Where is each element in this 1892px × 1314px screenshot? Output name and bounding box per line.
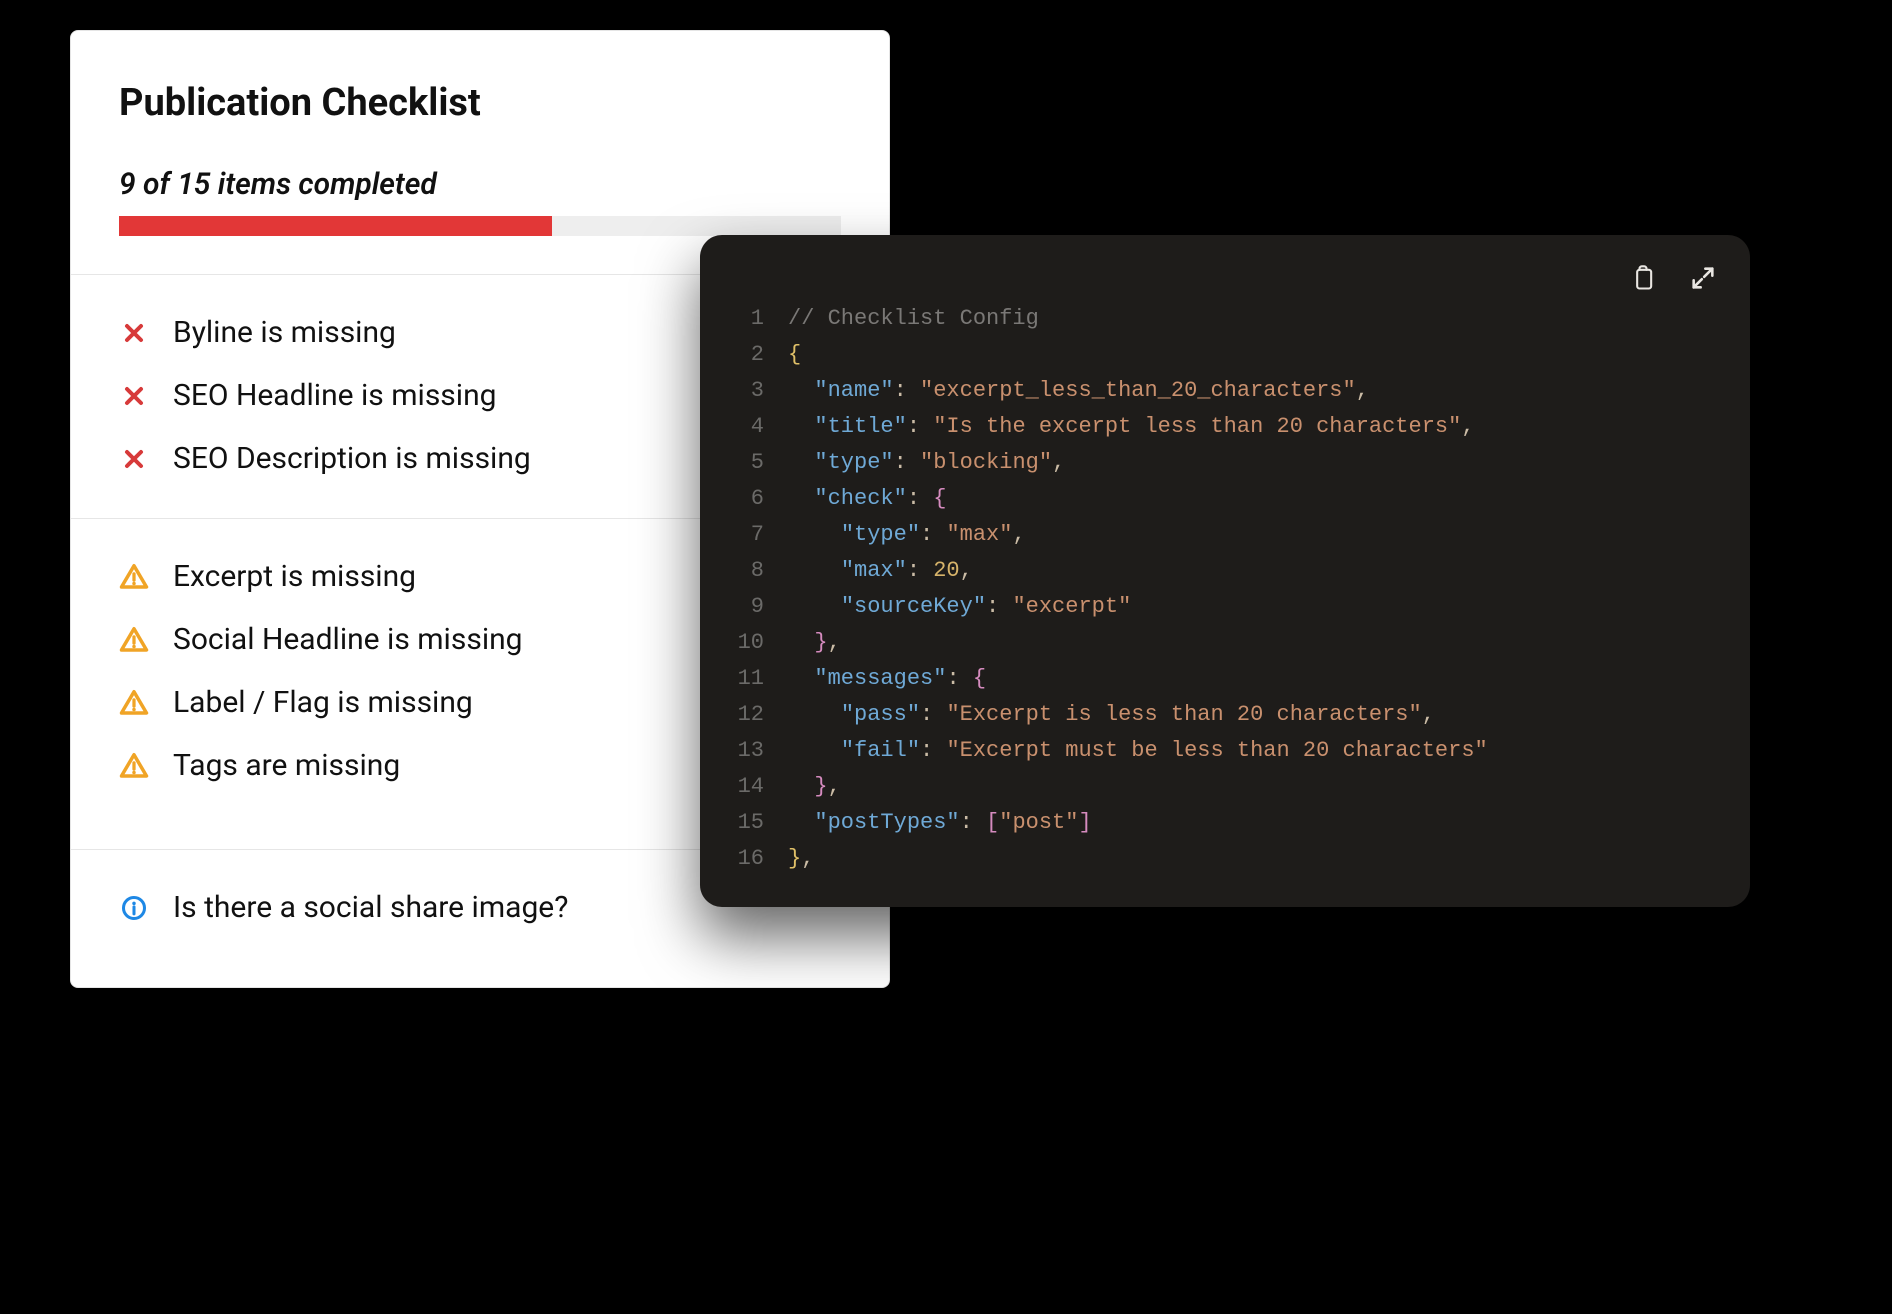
list-item-label: Excerpt is missing [173,559,416,594]
list-item-label: Is there a social share image? [173,890,568,925]
list-item-label: Social Headline is missing [173,622,523,657]
card-title: Publication Checklist [71,81,889,167]
line-number: 14 [722,769,764,805]
expand-icon[interactable] [1688,263,1718,293]
progress: 9 of 15 items completed [71,167,889,236]
progress-bar [119,216,841,236]
line-number: 5 [722,445,764,481]
line-number: 9 [722,589,764,625]
warning-icon [119,751,149,781]
list-item-label: Tags are missing [173,748,400,783]
line-number: 2 [722,337,764,373]
x-icon [119,318,149,348]
progress-fill [119,216,552,236]
list-item-label: Byline is missing [173,315,396,350]
code-config-card: 1// Checklist Config 2{ 3 "name": "excer… [700,235,1750,907]
code-comment: // Checklist Config [788,306,1039,331]
line-number: 16 [722,841,764,877]
code-block: 1// Checklist Config 2{ 3 "name": "excer… [722,265,1720,877]
list-item-label: SEO Headline is missing [173,378,497,413]
warning-icon [119,688,149,718]
line-number: 7 [722,517,764,553]
line-number: 4 [722,409,764,445]
warning-icon [119,562,149,592]
line-number: 6 [722,481,764,517]
clipboard-icon[interactable] [1628,263,1658,293]
line-number: 10 [722,625,764,661]
line-number: 11 [722,661,764,697]
x-icon [119,444,149,474]
info-icon [119,893,149,923]
list-item-label: Label / Flag is missing [173,685,473,720]
line-number: 3 [722,373,764,409]
progress-label: 9 of 15 items completed [119,167,841,202]
line-number: 8 [722,553,764,589]
line-number: 13 [722,733,764,769]
line-number: 12 [722,697,764,733]
line-number: 15 [722,805,764,841]
line-number: 1 [722,301,764,337]
x-icon [119,381,149,411]
list-item-label: SEO Description is missing [173,441,531,476]
warning-icon [119,625,149,655]
